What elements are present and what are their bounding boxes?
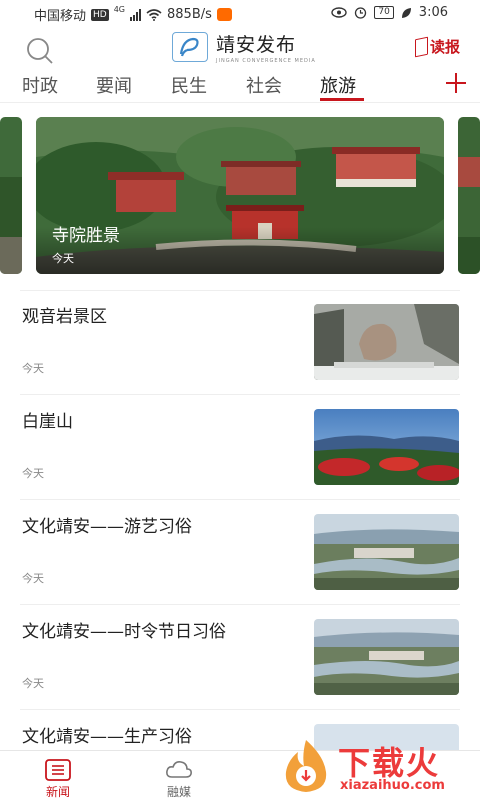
- tab-headlines[interactable]: 要闻: [96, 72, 132, 98]
- article-thumbnail: [314, 514, 459, 590]
- article-title: 白崖山: [22, 412, 73, 432]
- banner-date: 今天: [52, 252, 74, 265]
- alarm-icon: [355, 7, 367, 19]
- battery-icon: 70: [374, 6, 394, 19]
- temple-scene-image: [36, 117, 444, 274]
- tab-tourism[interactable]: 旅游: [320, 72, 356, 98]
- logo-title: 靖安发布: [216, 34, 297, 56]
- news-list-icon: [45, 759, 71, 781]
- newspaper-icon: [414, 36, 428, 57]
- article-title: 文化靖安——游艺习俗: [22, 517, 192, 537]
- article-title: 观音岩景区: [22, 307, 107, 327]
- divider: [0, 102, 480, 103]
- app-logo: 靖安发布 JINGAN CONVERGENCE MEDIA: [172, 30, 316, 64]
- network-type: 4G: [113, 5, 126, 14]
- tab-society[interactable]: 社会: [246, 72, 282, 98]
- article-thumbnail: [314, 304, 459, 380]
- wifi-icon: [146, 8, 162, 21]
- signal-icon: [130, 8, 142, 21]
- category-tabs: 时政 要闻 民生 社会 旅游: [0, 70, 480, 102]
- article-thumbnail: [314, 619, 459, 695]
- eye-icon: [331, 7, 348, 18]
- nav-media-label: 融媒: [166, 785, 191, 799]
- article-item[interactable]: 文化靖安——游艺习俗 今天: [0, 500, 480, 605]
- article-title: 文化靖安——时令节日习俗: [22, 622, 226, 642]
- flame-logo-icon: [285, 740, 327, 792]
- article-date: 今天: [22, 572, 44, 585]
- active-tab-indicator: [320, 98, 364, 101]
- carousel-prev-peek[interactable]: [0, 117, 22, 274]
- tab-livelihood[interactable]: 民生: [171, 72, 207, 98]
- status-bar: 中国移动 HD 4G 885B/s 70 3:06: [0, 0, 480, 26]
- article-date: 今天: [22, 467, 44, 480]
- watermark-url: xiazaihuo.com: [340, 778, 445, 793]
- nav-news-label: 新闻: [45, 785, 70, 799]
- logo-mark-icon: [172, 32, 208, 62]
- article-title: 文化靖安——生产习俗: [22, 727, 192, 747]
- cloud-icon: [166, 761, 192, 778]
- banner-slide[interactable]: 寺院胜景 今天: [36, 117, 444, 274]
- carousel-next-peek[interactable]: [458, 117, 480, 274]
- clock-time: 3:06: [418, 5, 448, 20]
- article-item[interactable]: 观音岩景区 今天: [0, 290, 480, 395]
- article-date: 今天: [22, 677, 44, 690]
- hd-badge: HD: [91, 8, 109, 21]
- article-thumbnail: [314, 409, 459, 485]
- read-newspaper-button[interactable]: 读报: [414, 36, 460, 57]
- logo-subtitle: JINGAN CONVERGENCE MEDIA: [216, 58, 316, 64]
- leaf-icon: [401, 7, 411, 18]
- nav-news[interactable]: 新闻: [45, 759, 71, 800]
- article-item[interactable]: 文化靖安——时令节日习俗 今天: [0, 605, 480, 710]
- carrier-label: 中国移动: [34, 9, 87, 24]
- site-watermark: 下载火 xiazaihuo.com: [276, 738, 472, 796]
- app-header: 靖安发布 JINGAN CONVERGENCE MEDIA 读报: [0, 26, 480, 70]
- banner-title: 寺院胜景: [52, 226, 120, 246]
- article-item[interactable]: 白崖山 今天: [0, 395, 480, 500]
- network-speed: 885B/s: [167, 7, 212, 22]
- add-channel-icon[interactable]: [445, 72, 467, 94]
- search-icon[interactable]: [25, 36, 55, 66]
- article-date: 今天: [22, 362, 44, 375]
- read-newspaper-label: 读报: [429, 38, 460, 56]
- nav-media[interactable]: 融媒: [165, 759, 193, 800]
- taobao-icon: [216, 8, 232, 21]
- tab-politics[interactable]: 时政: [22, 72, 58, 98]
